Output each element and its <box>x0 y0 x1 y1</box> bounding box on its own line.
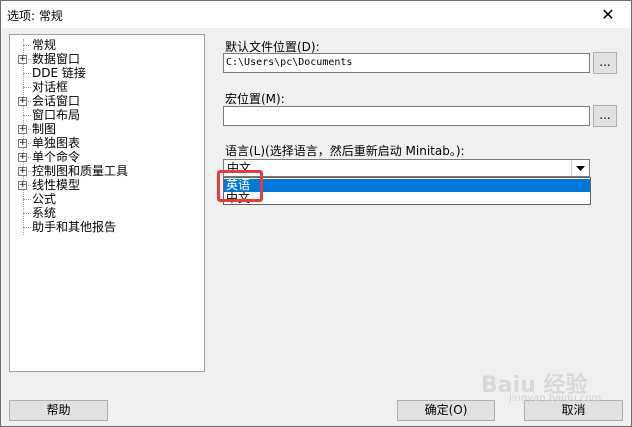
expand-icon[interactable]: + <box>18 181 27 190</box>
browse-macro-location-button[interactable]: ... <box>593 105 617 127</box>
language-label: 语言(L)(选择语言，然后重新启动 Minitab。): <box>225 144 465 158</box>
tree-item-label: DDE 链接 <box>32 66 86 80</box>
tree-item[interactable]: 公式 <box>10 192 200 206</box>
tree-item-label: 数据窗口 <box>32 52 81 66</box>
options-dialog: 选项: 常规 ✕ 常规 + 数据窗口 DDE 链接 对话框 + 会话窗口 窗口布局 + 制图 + 单独… <box>0 0 632 427</box>
tree-item[interactable]: + 数据窗口 <box>10 52 200 66</box>
tree-item[interactable]: 窗口布局 <box>10 108 200 122</box>
expand-icon[interactable]: + <box>18 139 27 148</box>
tree-connector <box>23 213 31 214</box>
tree-item[interactable]: + 制图 <box>10 122 200 136</box>
tree-item[interactable]: 对话框 <box>10 80 200 94</box>
tree-item-label: 控制图和质量工具 <box>32 164 129 178</box>
tree-connector <box>23 227 31 228</box>
tree-item-label: 制图 <box>32 122 57 136</box>
tree-item-label: 常规 <box>32 38 57 52</box>
ok-button[interactable]: 确定(O) <box>397 400 495 421</box>
tree-item-label: 窗口布局 <box>32 108 81 122</box>
tree-connector <box>23 115 31 116</box>
tree-connector <box>23 199 31 200</box>
tree-connector <box>23 45 31 46</box>
tree-connector <box>23 87 31 88</box>
close-icon[interactable]: ✕ <box>585 1 631 28</box>
tree-item[interactable]: + 线性模型 <box>10 178 200 192</box>
macro-location-label: 宏位置(M): <box>225 92 285 106</box>
tree-item[interactable]: + 会话窗口 <box>10 94 200 108</box>
language-select[interactable]: 中文 <box>223 159 590 177</box>
tree-item-label: 单独图表 <box>32 136 81 150</box>
tree-item[interactable]: 常规 <box>10 38 200 52</box>
tree-item[interactable]: + 单个命令 <box>10 150 200 164</box>
window-title: 选项: 常规 <box>7 9 63 23</box>
expand-icon[interactable]: + <box>18 55 27 64</box>
baidu-watermark: Baiu 经验 jingyan.baidu.com <box>481 367 601 404</box>
macro-location-input[interactable] <box>223 106 590 126</box>
language-dropdown-list[interactable]: 英语 中文 <box>223 177 591 205</box>
tree-item[interactable]: + 单独图表 <box>10 136 200 150</box>
tree-connector <box>23 73 31 74</box>
tree-item-label: 线性模型 <box>32 178 81 192</box>
expand-icon[interactable]: + <box>18 125 27 134</box>
default-location-input[interactable]: C:\Users\pc\Documents <box>223 53 590 73</box>
tree-item-label: 公式 <box>32 192 57 206</box>
expand-icon[interactable]: + <box>18 167 27 176</box>
tree-item[interactable]: + 控制图和质量工具 <box>10 164 200 178</box>
expand-icon[interactable]: + <box>18 153 27 162</box>
title-bar: 选项: 常规 ✕ <box>1 1 631 28</box>
tree-item[interactable]: 系统 <box>10 206 200 220</box>
tree-item-label: 单个命令 <box>32 150 81 164</box>
tree-item[interactable]: 助手和其他报告 <box>10 220 200 234</box>
watermark-url: jingyan.baidu.com <box>509 393 602 404</box>
tree-item-label: 对话框 <box>32 80 69 94</box>
browse-default-location-button[interactable]: ... <box>593 52 617 74</box>
help-button[interactable]: 帮助 <box>9 400 108 421</box>
tree-item-label: 会话窗口 <box>32 94 81 108</box>
language-option-english[interactable]: 英语 <box>224 179 590 192</box>
tree-item-label: 助手和其他报告 <box>32 220 117 234</box>
expand-icon[interactable]: + <box>18 97 27 106</box>
annotation-highlight-box <box>217 170 263 202</box>
tree-item[interactable]: DDE 链接 <box>10 66 200 80</box>
options-tree[interactable]: 常规 + 数据窗口 DDE 链接 对话框 + 会话窗口 窗口布局 + 制图 + 单独图表 + 单个命令 + 控… <box>9 34 205 372</box>
chevron-down-icon[interactable] <box>571 160 589 176</box>
tree-item-label: 系统 <box>32 206 57 220</box>
language-option-chinese[interactable]: 中文 <box>224 192 590 205</box>
